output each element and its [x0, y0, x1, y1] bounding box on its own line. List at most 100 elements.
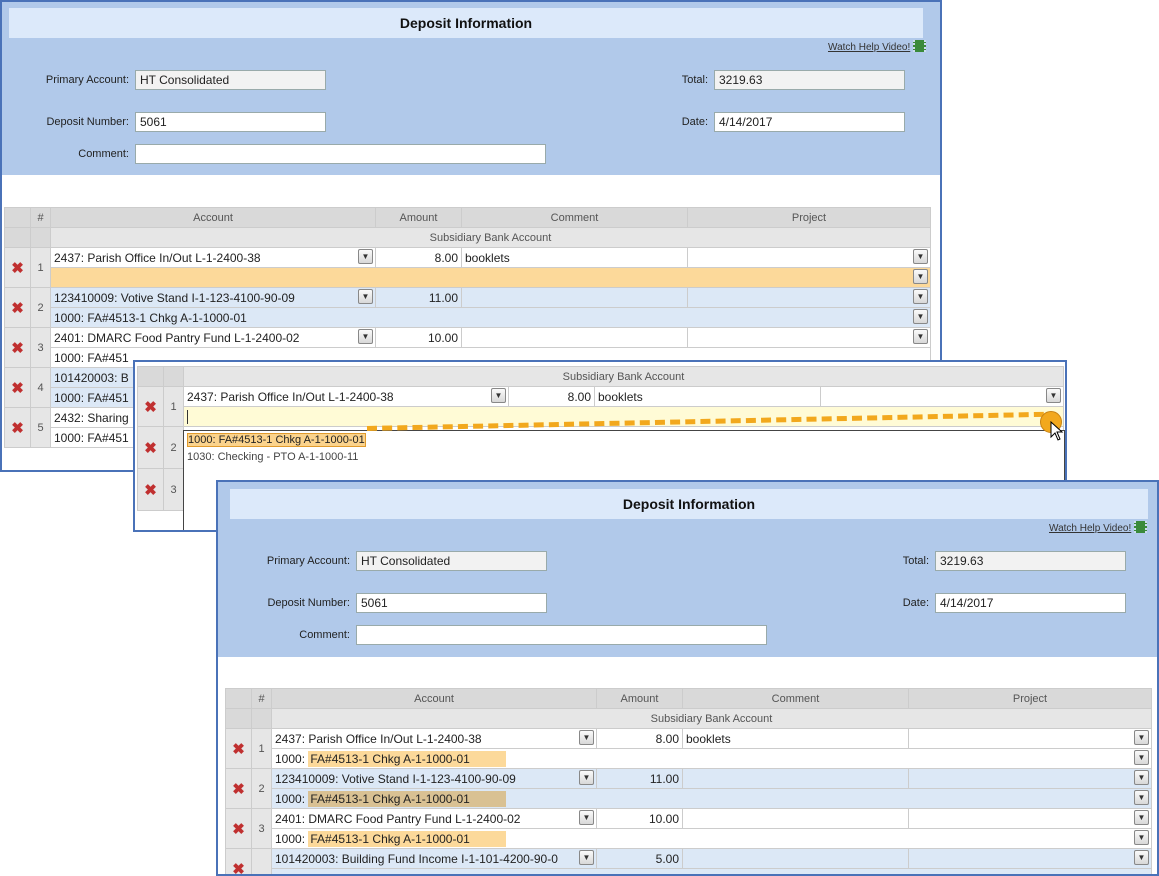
delete-icon[interactable]: ✖ — [4, 407, 31, 448]
chevron-down-icon[interactable]: ▼ — [1134, 810, 1149, 825]
project-select[interactable]: ▼ — [908, 728, 1152, 749]
col-num: # — [251, 688, 272, 709]
subsidiary-header: Subsidiary Bank Account — [271, 708, 1152, 729]
comment-cell[interactable]: booklets — [461, 247, 688, 268]
comment-cell[interactable]: booklets — [594, 386, 821, 407]
chevron-down-icon[interactable]: ▼ — [913, 289, 928, 304]
subsidiary-select[interactable]: 1000: FA#4513-1 Chkg A-1-1000-01 ▼ — [50, 307, 931, 328]
account-select[interactable]: 2401: DMARC Food Pantry Fund L-1-2400-02… — [50, 327, 376, 348]
table-row: ✖ 3 2401: DMARC Food Pantry Fund L-1-240… — [4, 327, 931, 368]
chevron-down-icon[interactable]: ▼ — [1134, 830, 1149, 845]
project-select[interactable]: ▼ — [908, 768, 1152, 789]
comment-cell[interactable] — [682, 768, 909, 789]
chevron-down-icon[interactable]: ▼ — [579, 810, 594, 825]
account-select[interactable]: 101420003: Building Fund Income I-1-101-… — [271, 848, 597, 869]
chevron-down-icon[interactable]: ▼ — [358, 289, 373, 304]
delete-icon[interactable]: ✖ — [4, 287, 31, 328]
comment-cell[interactable] — [682, 848, 909, 869]
chevron-down-icon[interactable]: ▼ — [1134, 730, 1149, 745]
delete-icon[interactable]: ✖ — [225, 808, 252, 849]
total-field: 3219.63 — [714, 70, 905, 90]
chevron-down-icon[interactable]: ▼ — [491, 388, 506, 403]
subsidiary-select[interactable]: 1000: FA#4513-1 Chkg A-1-1000-01 ▼ — [271, 788, 1152, 809]
chevron-down-icon[interactable]: ▼ — [913, 249, 928, 264]
table-row: ✖ 101420003: Building Fund Income I-1-10… — [225, 848, 1152, 874]
chevron-down-icon[interactable]: ▼ — [1134, 770, 1149, 785]
comment-cell[interactable] — [682, 808, 909, 829]
amount-field[interactable]: 8.00 — [596, 728, 683, 749]
table-row: ✖ 2 123410009: Votive Stand I-1-123-4100… — [225, 768, 1152, 809]
project-select[interactable]: ▼ — [687, 327, 931, 348]
comment-field[interactable] — [135, 144, 546, 164]
help-video-link[interactable]: Watch Help Video! — [1049, 521, 1148, 534]
account-select[interactable]: 2401: DMARC Food Pantry Fund L-1-2400-02… — [271, 808, 597, 829]
account-select[interactable]: 123410009: Votive Stand I-1-123-4100-90-… — [271, 768, 597, 789]
comment-cell[interactable]: booklets — [682, 728, 909, 749]
date-field[interactable]: 4/14/2017 — [935, 593, 1126, 613]
row-number: 2 — [30, 287, 51, 328]
amount-field[interactable]: 10.00 — [596, 808, 683, 829]
delete-icon[interactable]: ✖ — [137, 426, 164, 469]
chevron-down-icon[interactable]: ▼ — [358, 329, 373, 344]
chevron-down-icon[interactable]: ▼ — [913, 269, 928, 284]
subsidiary-select-active[interactable]: ▼ — [50, 267, 931, 288]
delete-icon[interactable]: ✖ — [4, 247, 31, 288]
deposit-number-field[interactable]: 5061 — [135, 112, 326, 132]
col-project: Project — [908, 688, 1152, 709]
row-number — [251, 848, 272, 874]
project-select[interactable]: ▼ — [908, 848, 1152, 869]
subsidiary-select[interactable]: 1000: FA#4513-1 Chkg A-1-1000-01 ▼ — [271, 828, 1152, 849]
delete-icon[interactable]: ✖ — [137, 386, 164, 427]
row-number: 1 — [30, 247, 51, 288]
row-number: 3 — [30, 327, 51, 368]
row-number: 1 — [251, 728, 272, 769]
delete-icon[interactable]: ✖ — [137, 468, 164, 511]
account-select[interactable]: 2437: Parish Office In/Out L-1-2400-38 ▼ — [271, 728, 597, 749]
date-field[interactable]: 4/14/2017 — [714, 112, 905, 132]
amount-field[interactable]: 10.00 — [375, 327, 462, 348]
amount-field[interactable]: 8.00 — [375, 247, 462, 268]
comment-cell[interactable] — [461, 287, 688, 308]
delete-icon[interactable]: ✖ — [225, 848, 252, 874]
col-account: Account — [50, 207, 376, 228]
chevron-down-icon[interactable]: ▼ — [1134, 790, 1149, 805]
project-select[interactable]: ▼ — [820, 386, 1064, 407]
chevron-down-icon[interactable]: ▼ — [579, 770, 594, 785]
amount-field[interactable]: 11.00 — [375, 287, 462, 308]
chevron-down-icon[interactable]: ▼ — [1134, 850, 1149, 865]
chevron-down-icon[interactable]: ▼ — [913, 329, 928, 344]
chevron-down-icon[interactable]: ▼ — [1134, 750, 1149, 765]
account-select[interactable]: 2437: Parish Office In/Out L-1-2400-38 ▼ — [183, 386, 509, 407]
delete-icon[interactable]: ✖ — [225, 728, 252, 769]
chevron-down-icon[interactable]: ▼ — [358, 249, 373, 264]
col-comment: Comment — [461, 207, 688, 228]
table-row: ✖ 1 2437: Parish Office In/Out L-1-2400-… — [137, 386, 1064, 427]
comment-cell[interactable] — [461, 327, 688, 348]
dropdown-option[interactable]: 1030: Checking - PTO A-1-1000-11 — [184, 449, 1064, 465]
comment-field[interactable] — [356, 625, 767, 645]
project-select[interactable]: ▼ — [687, 287, 931, 308]
row-number: 1 — [163, 386, 184, 427]
project-select[interactable]: ▼ — [687, 247, 931, 268]
delete-icon[interactable]: ✖ — [4, 367, 31, 408]
primary-account-field[interactable]: HT Consolidated — [356, 551, 547, 571]
deposit-number-field[interactable]: 5061 — [356, 593, 547, 613]
chevron-down-icon[interactable]: ▼ — [913, 309, 928, 324]
help-video-link[interactable]: Watch Help Video! — [828, 40, 927, 53]
chevron-down-icon[interactable]: ▼ — [579, 850, 594, 865]
project-select[interactable]: ▼ — [908, 808, 1152, 829]
chevron-down-icon[interactable]: ▼ — [1046, 388, 1061, 403]
subsidiary-select[interactable]: 1000: FA#4513-1 Chkg A-1-1000-01 ▼ — [271, 748, 1152, 769]
account-select[interactable]: 2437: Parish Office In/Out L-1-2400-38 ▼ — [50, 247, 376, 268]
dropdown-option[interactable]: 1000: FA#4513-1 Chkg A-1-1000-01 — [184, 431, 1064, 449]
amount-field[interactable]: 11.00 — [596, 768, 683, 789]
date-label: Date: — [681, 116, 708, 128]
primary-account-field[interactable]: HT Consolidated — [135, 70, 326, 90]
amount-field[interactable]: 5.00 — [596, 848, 683, 869]
delete-icon[interactable]: ✖ — [225, 768, 252, 809]
chevron-down-icon[interactable]: ▼ — [579, 730, 594, 745]
delete-icon[interactable]: ✖ — [4, 327, 31, 368]
account-select[interactable]: 123410009: Votive Stand I-1-123-4100-90-… — [50, 287, 376, 308]
amount-field[interactable]: 8.00 — [508, 386, 595, 407]
comment-label: Comment: — [78, 148, 129, 160]
